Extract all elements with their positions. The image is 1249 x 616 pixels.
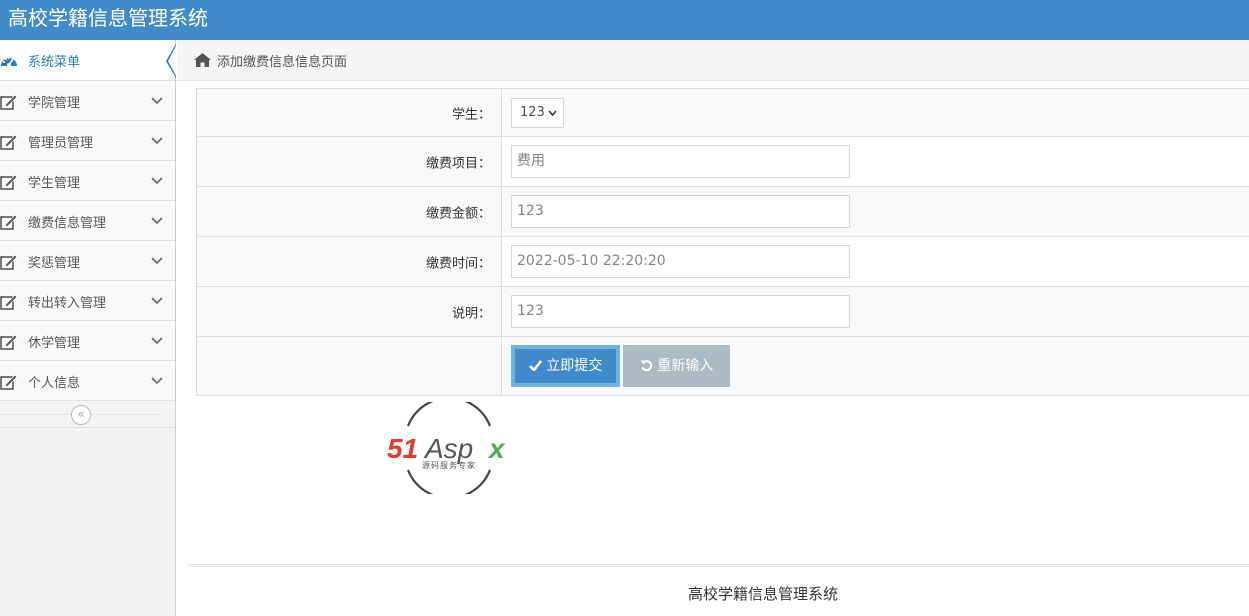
sidebar: 系统菜单 学院管理管理员管理学生管理缴费信息管理 奖惩管理转出转入管理 休学管理个人… [0, 40, 176, 616]
sidebar-header[interactable]: 系统菜单 [0, 40, 176, 81]
sidebar-collapse-row: « [0, 401, 175, 428]
svg-text:x: x [487, 433, 506, 464]
svg-text:51: 51 [387, 433, 418, 464]
edit-icon [0, 294, 18, 310]
svg-text:源码服务专家: 源码服务专家 [422, 460, 476, 470]
note-input[interactable]: 123 [511, 295, 850, 328]
form-row-buttons: 立即提交 重新输入 [196, 337, 1249, 396]
sidebar-item[interactable]: 缴费信息管理 [0, 201, 175, 241]
note-label: 说明： [451, 306, 491, 321]
undo-icon [640, 360, 652, 372]
edit-icon [0, 214, 18, 230]
item-label: 缴费项目： [425, 156, 491, 171]
sidebar-item[interactable]: 管理员管理 [0, 121, 175, 161]
payment-time-input[interactable]: 2022-05-10 22:20:20 [511, 245, 850, 278]
sidebar-item-label: 休学管理 [28, 336, 81, 351]
payment-amount-input[interactable]: 123 [511, 195, 850, 228]
reset-button[interactable]: 重新输入 [623, 345, 730, 387]
chevron-down-icon [151, 257, 163, 265]
student-label: 学生： [451, 107, 491, 122]
sidebar-item-label: 学生管理 [28, 176, 81, 191]
breadcrumb: 添加缴费信息信息页面 [177, 40, 1249, 81]
form-row-student: 学生： 123 [196, 88, 1249, 137]
edit-icon [0, 374, 18, 390]
top-header: 高校学籍信息管理系统 [0, 0, 1249, 40]
sidebar-item-label: 学院管理 [28, 96, 81, 111]
dashboard-icon [1, 57, 17, 67]
time-label: 缴费时间： [425, 256, 491, 271]
sidebar-item-label: 转出转入管理 [28, 296, 107, 311]
sidebar-item-label: 缴费信息管理 [28, 216, 107, 231]
sidebar-item[interactable]: 学生管理 [0, 161, 175, 201]
edit-icon [0, 254, 18, 270]
sidebar-item[interactable]: 学院管理 [0, 81, 175, 121]
sidebar-item[interactable]: 转出转入管理 [0, 281, 175, 321]
sidebar-header-label: 系统菜单 [28, 55, 81, 70]
svg-text:Asp: Asp [423, 433, 473, 464]
chevron-down-icon [151, 97, 163, 105]
breadcrumb-text: 添加缴费信息信息页面 [217, 55, 348, 70]
collapse-sidebar-button[interactable]: « [71, 405, 91, 425]
chevron-down-icon [151, 337, 163, 345]
home-icon[interactable] [194, 53, 211, 67]
form-row-time: 缴费时间： 2022-05-10 22:20:20 [196, 237, 1249, 287]
form-row-note: 说明： 123 [196, 287, 1249, 337]
chevron-down-icon [548, 110, 557, 117]
amount-label: 缴费金额： [425, 206, 491, 221]
sidebar-item[interactable]: 个人信息 [0, 361, 175, 401]
footer-divider [188, 564, 1249, 567]
chevron-down-icon [151, 297, 163, 305]
chevron-down-icon [151, 377, 163, 385]
edit-icon [0, 334, 18, 350]
student-select[interactable]: 123 [511, 98, 564, 128]
payment-item-input[interactable]: 费用 [511, 145, 850, 178]
sidebar-item-label: 奖惩管理 [28, 256, 81, 271]
active-arrow-icon [166, 44, 176, 78]
sidebar-item[interactable]: 奖惩管理 [0, 241, 175, 281]
form-row-item: 缴费项目： 费用 [196, 137, 1249, 187]
sidebar-item[interactable]: 休学管理 [0, 321, 175, 361]
sidebar-item-label: 个人信息 [28, 376, 81, 391]
chevron-down-icon [151, 177, 163, 185]
edit-icon [0, 174, 18, 190]
app-title: 高校学籍信息管理系统 [8, 6, 208, 30]
51aspx-logo: 51 Asp x 源码服务专家 [387, 402, 506, 494]
check-icon [528, 360, 542, 372]
form-row-amount: 缴费金额： 123 [196, 187, 1249, 237]
submit-button[interactable]: 立即提交 [511, 345, 620, 387]
edit-icon [0, 134, 18, 150]
edit-icon [0, 94, 18, 110]
sidebar-item-label: 管理员管理 [28, 136, 94, 151]
chevron-down-icon [151, 217, 163, 225]
add-payment-form: 学生： 123 缴费项目： 费用 缴费金额： 123 缴费时间： 2022-05… [196, 88, 1249, 396]
chevron-down-icon [151, 137, 163, 145]
footer-text: 高校学籍信息管理系统 [687, 585, 838, 603]
